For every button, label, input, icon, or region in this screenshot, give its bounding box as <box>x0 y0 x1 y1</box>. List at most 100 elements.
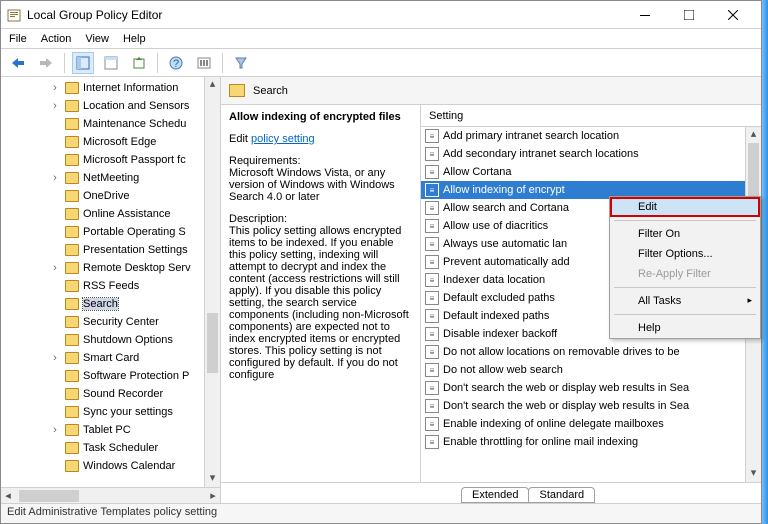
tab-standard[interactable]: Standard <box>528 487 595 503</box>
folder-icon <box>65 388 79 400</box>
setting-icon: ≡ <box>425 219 439 233</box>
list-item[interactable]: ≡Add primary intranet search location <box>421 127 745 145</box>
tree-item-label: Microsoft Edge <box>83 136 156 148</box>
context-menu-item: Re-Apply Filter <box>610 264 760 284</box>
filter-button[interactable] <box>230 52 252 74</box>
tree-item[interactable]: ›Smart Card <box>1 349 220 367</box>
menu-file[interactable]: File <box>9 33 27 45</box>
list-item[interactable]: ≡Add secondary intranet search locations <box>421 145 745 163</box>
context-menu-item[interactable]: Filter On <box>610 224 760 244</box>
options-button[interactable] <box>193 52 215 74</box>
settings-list-header[interactable]: Setting <box>421 105 761 127</box>
expand-icon[interactable]: › <box>49 424 61 436</box>
expand-icon[interactable]: › <box>49 262 61 274</box>
tree-item-label: Maintenance Schedu <box>83 118 186 130</box>
tree-item-label: Security Center <box>83 316 159 328</box>
list-item[interactable]: ≡Don't search the web or display web res… <box>421 397 745 415</box>
scroll-up-arrow[interactable]: ▴ <box>746 127 761 143</box>
tree-item[interactable]: › Tablet PC <box>1 421 220 439</box>
tree-item[interactable]: › NetMeeting <box>1 169 220 187</box>
list-item[interactable]: ≡Enable indexing of online delegate mail… <box>421 415 745 433</box>
tree-item[interactable]: ›Internet Information <box>1 79 220 97</box>
back-button[interactable] <box>7 52 29 74</box>
forward-button[interactable] <box>35 52 57 74</box>
tree[interactable]: ›Internet Information›Location and Senso… <box>1 77 220 487</box>
tree-item[interactable]: OneDrive <box>1 187 220 205</box>
tree-item[interactable]: Portable Operating S <box>1 223 220 241</box>
tree-item[interactable]: Shutdown Options <box>1 331 220 349</box>
export-button[interactable] <box>128 52 150 74</box>
tab-extended[interactable]: Extended <box>461 487 529 503</box>
minimize-button[interactable] <box>623 1 667 29</box>
tree-item[interactable]: Security Center <box>1 313 220 331</box>
scroll-down-arrow[interactable]: ▾ <box>746 466 761 482</box>
scroll-down-arrow[interactable]: ▾ <box>205 471 220 487</box>
edit-policy-link[interactable]: policy setting <box>251 133 315 145</box>
tree-item[interactable]: Task Scheduler <box>1 439 220 457</box>
tree-item[interactable]: Microsoft Edge <box>1 133 220 151</box>
requirements-text: Microsoft Windows Vista, or any version … <box>229 167 412 203</box>
tree-item-label: NetMeeting <box>83 172 139 184</box>
expand-icon[interactable]: › <box>49 100 61 112</box>
expand-icon[interactable]: › <box>49 82 61 94</box>
context-menu-item[interactable]: Edit <box>610 197 760 217</box>
tree-item[interactable]: Search <box>1 295 220 313</box>
expand-icon[interactable]: › <box>49 172 61 184</box>
edit-label: Edit <box>229 133 248 145</box>
titlebar[interactable]: Local Group Policy Editor <box>1 1 761 29</box>
close-button[interactable] <box>711 1 755 29</box>
properties-button[interactable] <box>100 52 122 74</box>
tree-item[interactable]: Sync your settings <box>1 403 220 421</box>
menu-separator <box>614 287 756 288</box>
list-item[interactable]: ≡Allow Cortana <box>421 163 745 181</box>
setting-icon: ≡ <box>425 255 439 269</box>
setting-icon: ≡ <box>425 327 439 341</box>
menu-separator <box>614 220 756 221</box>
tree-item[interactable]: Online Assistance <box>1 205 220 223</box>
tree-item[interactable]: ›Location and Sensors <box>1 97 220 115</box>
help-button[interactable]: ? <box>165 52 187 74</box>
list-item-label: Always use automatic lan <box>443 238 567 250</box>
tree-item[interactable]: Software Protection P <box>1 367 220 385</box>
folder-icon <box>65 460 79 472</box>
scroll-up-arrow[interactable]: ▴ <box>205 77 220 93</box>
context-menu-item[interactable]: Filter Options... <box>610 244 760 264</box>
tree-item[interactable]: Sound Recorder <box>1 385 220 403</box>
setting-icon: ≡ <box>425 129 439 143</box>
tree-item[interactable]: Microsoft Passport fc <box>1 151 220 169</box>
tree-horizontal-scrollbar[interactable]: ◂ ▸ <box>1 487 220 503</box>
tree-item-label: Tablet PC <box>83 424 131 436</box>
tree-item[interactable]: Maintenance Schedu <box>1 115 220 133</box>
tree-item[interactable]: RSS Feeds <box>1 277 220 295</box>
scroll-thumb[interactable] <box>19 490 79 502</box>
tree-item-label: Portable Operating S <box>83 226 186 238</box>
menu-action[interactable]: Action <box>41 33 72 45</box>
list-item[interactable]: ≡Enable throttling for online mail index… <box>421 433 745 451</box>
list-item[interactable]: ≡Do not allow locations on removable dri… <box>421 343 745 361</box>
tree-item[interactable]: Presentation Settings <box>1 241 220 259</box>
setting-icon: ≡ <box>425 399 439 413</box>
tree-item[interactable]: Windows Calendar <box>1 457 220 475</box>
tree-vertical-scrollbar[interactable]: ▴ ▾ <box>204 77 220 487</box>
list-item[interactable]: ≡Do not allow web search <box>421 361 745 379</box>
menubar: File Action View Help <box>1 29 761 49</box>
menu-view[interactable]: View <box>85 33 109 45</box>
context-menu-item[interactable]: All Tasks▸ <box>610 291 760 311</box>
folder-icon <box>65 244 79 256</box>
setting-icon: ≡ <box>425 147 439 161</box>
setting-icon: ≡ <box>425 363 439 377</box>
list-item-label: Enable throttling for online mail indexi… <box>443 436 638 448</box>
tree-item[interactable]: ›Remote Desktop Serv <box>1 259 220 277</box>
folder-icon <box>65 298 79 310</box>
tree-item-label: Sync your settings <box>83 406 173 418</box>
maximize-button[interactable] <box>667 1 711 29</box>
context-menu[interactable]: Edit Filter OnFilter Options...Re-Apply F… <box>609 196 761 339</box>
setting-icon: ≡ <box>425 165 439 179</box>
context-menu-item[interactable]: Help <box>610 318 760 338</box>
scroll-thumb[interactable] <box>207 313 218 373</box>
show-tree-button[interactable] <box>72 52 94 74</box>
list-item[interactable]: ≡Don't search the web or display web res… <box>421 379 745 397</box>
expand-icon[interactable]: › <box>49 352 61 364</box>
folder-icon <box>65 316 79 328</box>
menu-help[interactable]: Help <box>123 33 146 45</box>
